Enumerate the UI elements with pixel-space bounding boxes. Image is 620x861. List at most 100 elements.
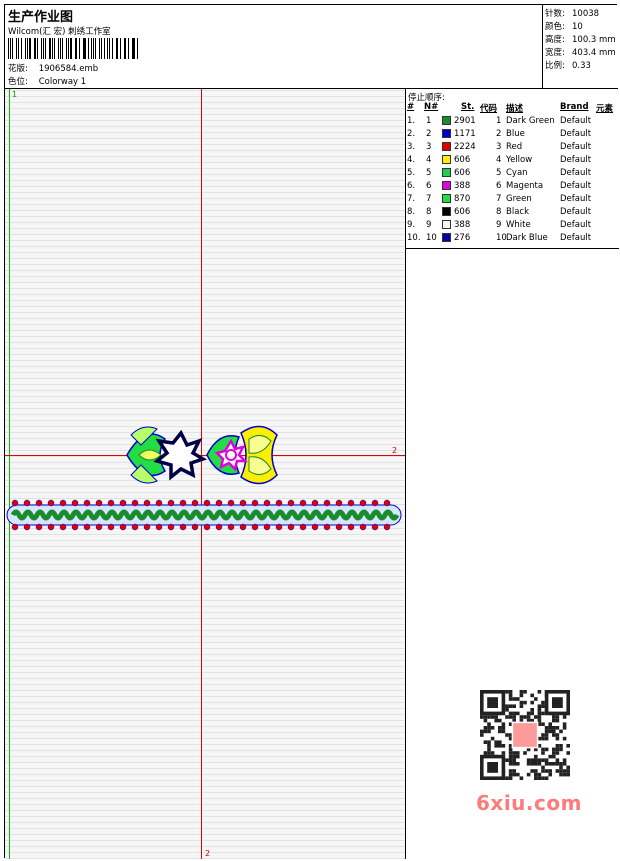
table-row: 8. 8 606 8 Black Default: [406, 206, 619, 219]
row-needle: 1: [426, 116, 432, 126]
color-swatch: [442, 116, 451, 125]
row-brand: Default: [560, 194, 592, 204]
row-stitches: 606: [454, 168, 471, 178]
panel-divider: [406, 248, 619, 249]
color-swatch: [442, 194, 451, 203]
row-stitches: 276: [454, 233, 471, 243]
col-element: 元素: [596, 104, 614, 114]
stitches-value: 10038: [572, 9, 600, 19]
row-description: Cyan: [506, 168, 528, 178]
table-row: 5. 5 606 5 Cyan Default: [406, 167, 619, 180]
row-index: 8.: [407, 207, 416, 217]
row-brand: Default: [560, 168, 592, 178]
row-needle: 3: [426, 142, 432, 152]
table-row: 9. 9 388 9 White Default: [406, 219, 619, 232]
color-swatch: [442, 233, 451, 242]
col-brand: Brand: [560, 102, 589, 112]
col-needle: N#: [424, 102, 439, 112]
table-row: 10. 10 276 10 Dark Blue Default: [406, 232, 619, 245]
row-stitches: 388: [454, 220, 471, 230]
page-title: 生产作业图: [8, 10, 74, 25]
color-swatch: [442, 142, 451, 151]
row-description: Dark Blue: [506, 233, 548, 243]
row-description: Yellow: [506, 155, 533, 165]
col-description: 描述: [506, 104, 524, 114]
table-row: 7. 7 870 7 Green Default: [406, 193, 619, 206]
color-swatch: [442, 220, 451, 229]
row-needle: 2: [426, 129, 432, 139]
row-code: 3: [496, 142, 502, 152]
colorway-value: Colorway 1: [38, 77, 87, 87]
row-description: Red: [506, 142, 523, 152]
width-label: 宽度:: [545, 48, 565, 58]
production-worksheet: 生产作业图 Wilcom(汇 宏) 刺绣工作室 花版: 1906584.emb …: [4, 4, 619, 859]
row-description: Magenta: [506, 181, 544, 191]
color-swatch: [442, 168, 451, 177]
color-swatch: [442, 155, 451, 164]
colorway-label: 色位:: [8, 77, 28, 87]
table-row: 1. 1 2901 1 Dark Green Default: [406, 115, 619, 128]
row-stitches: 1171: [454, 129, 476, 139]
color-swatch: [442, 129, 451, 138]
colors-value: 10: [572, 22, 583, 32]
right-flower-motif: [206, 425, 278, 485]
row-needle: 8: [426, 207, 432, 217]
color-swatch: [442, 207, 451, 216]
row-index: 10.: [407, 233, 421, 243]
barcode-image: [8, 38, 140, 59]
table-row: 2. 2 1171 2 Blue Default: [406, 128, 619, 141]
embroidery-design: [6, 425, 402, 531]
row-brand: Default: [560, 220, 592, 230]
row-index: 6.: [407, 181, 416, 191]
width-value: 403.4 mm: [572, 48, 616, 58]
row-index: 4.: [407, 155, 416, 165]
row-stitches: 870: [454, 194, 471, 204]
row-code: 5: [496, 168, 502, 178]
row-code: 2: [496, 129, 502, 139]
row-description: Green: [506, 194, 532, 204]
row-code: 6: [496, 181, 502, 191]
header: 生产作业图 Wilcom(汇 宏) 刺绣工作室 花版: 1906584.emb …: [5, 5, 618, 89]
height-value: 100.3 mm: [572, 35, 616, 45]
row-brand: Default: [560, 116, 592, 126]
row-needle: 5: [426, 168, 432, 178]
row-stitches: 2224: [454, 142, 476, 152]
scale-value: 0.33: [572, 61, 591, 71]
design-canvas: 1 2 2: [5, 89, 405, 859]
row-index: 1.: [407, 116, 416, 126]
row-description: Dark Green: [506, 116, 555, 126]
row-code: 7: [496, 194, 502, 204]
left-flower-motif: [126, 426, 208, 484]
col-index: #: [407, 102, 415, 112]
row-stitches: 2901: [454, 116, 476, 126]
design-file-row: 花版: 1906584.emb: [8, 62, 98, 74]
colors-label: 颜色:: [545, 22, 565, 32]
height-row: 高度: 100.3 mm: [545, 33, 616, 45]
width-row: 宽度: 403.4 mm: [545, 46, 616, 58]
stitches-label: 针数:: [545, 9, 565, 19]
row-index: 2.: [407, 129, 416, 139]
row-needle: 6: [426, 181, 432, 191]
stop-sequence-header: # N# St. 代码 描述 Brand 元素: [406, 102, 619, 114]
scale-row: 比例: 0.33: [545, 59, 591, 71]
row-brand: Default: [560, 142, 592, 152]
qr-code-icon: [480, 690, 570, 780]
watermark-logo: 6xiu.com: [476, 791, 582, 815]
row-description: Black: [506, 207, 529, 217]
design-file-value: 1906584.emb: [38, 64, 99, 74]
scale-label: 比例:: [545, 61, 565, 71]
row-code: 8: [496, 207, 502, 217]
colors-row: 颜色: 10: [545, 20, 583, 32]
design-stats-panel: 针数: 10038 颜色: 10 高度: 100.3 mm 宽度: 403.4 mm 比…: [542, 5, 618, 89]
row-index: 5.: [407, 168, 416, 178]
stop-sequence-rows: 1. 1 2901 1 Dark Green Default 2. 2 1171 2 Blue Def…: [406, 115, 619, 245]
border-band: [6, 499, 402, 531]
row-brand: Default: [560, 181, 592, 191]
row-index: 7.: [407, 194, 416, 204]
table-row: 6. 6 388 6 Magenta Default: [406, 180, 619, 193]
row-stitches: 606: [454, 155, 471, 165]
row-needle: 10: [426, 233, 437, 243]
color-swatch: [442, 181, 451, 190]
colorway-row: 色位: Colorway 1: [8, 75, 86, 87]
row-brand: Default: [560, 207, 592, 217]
